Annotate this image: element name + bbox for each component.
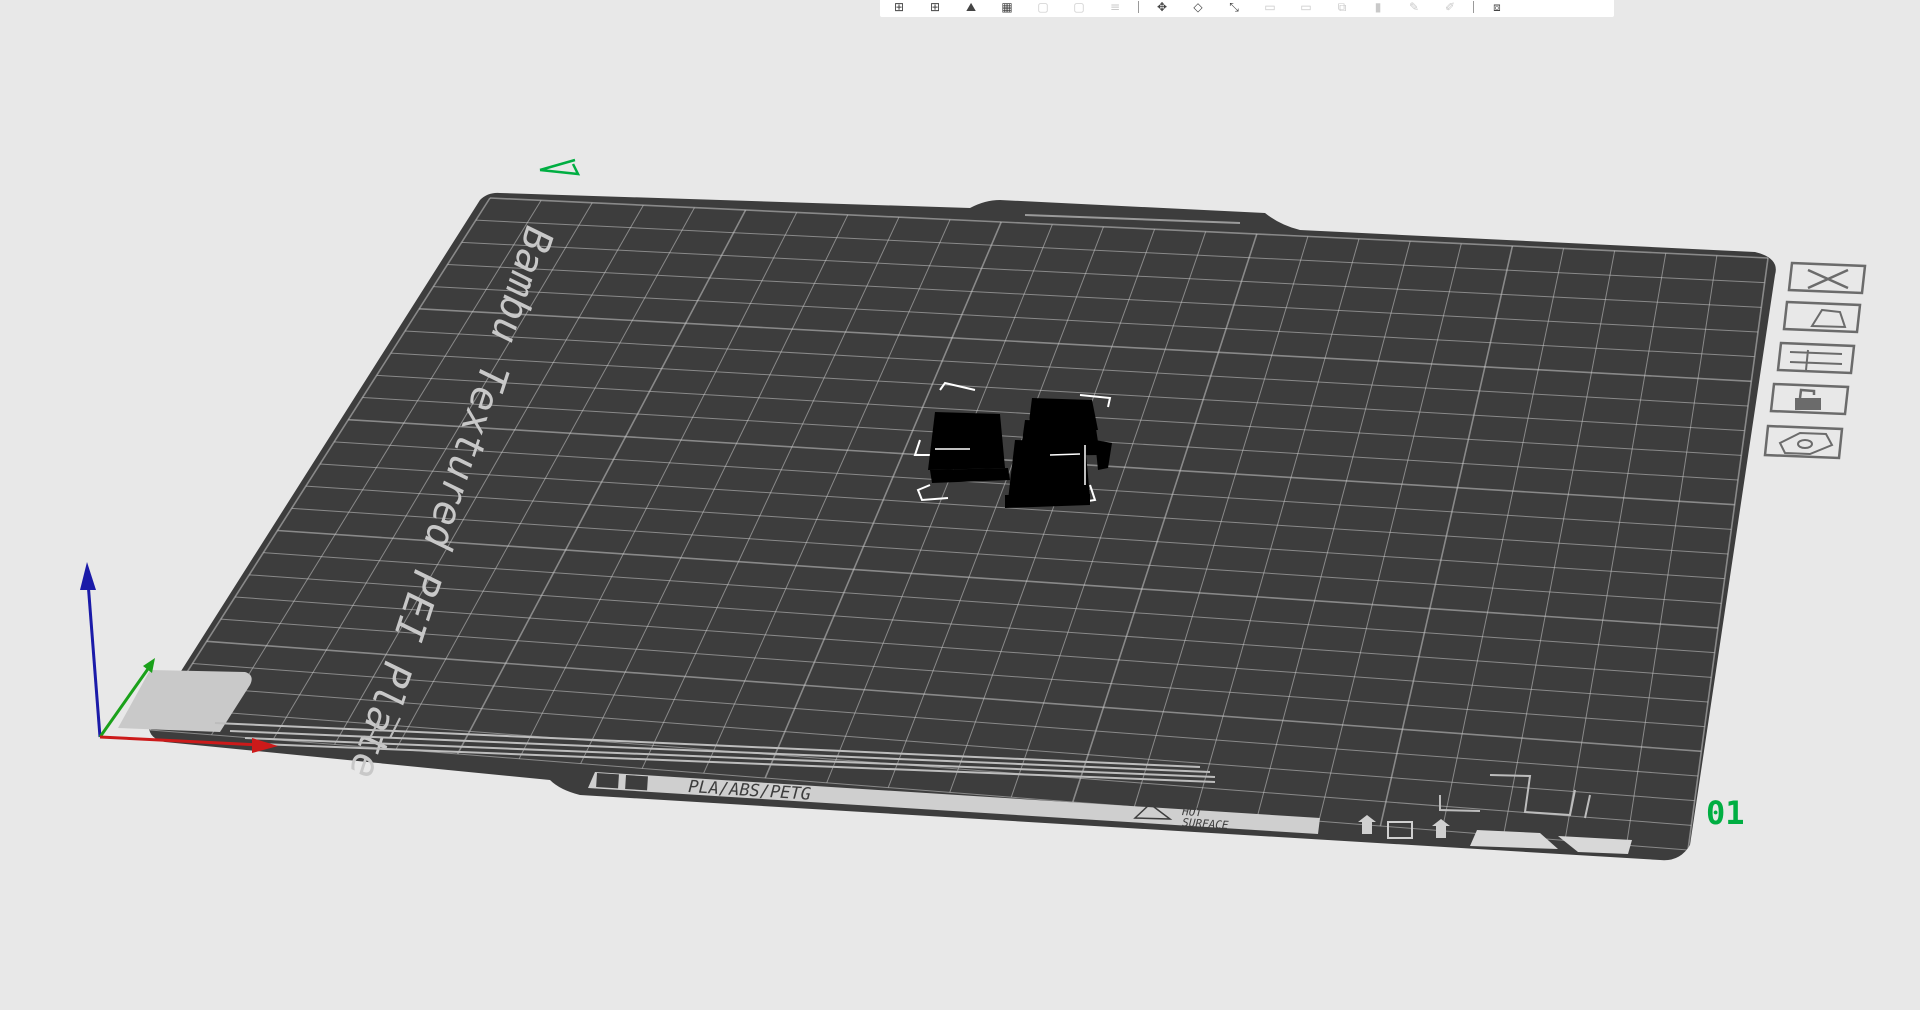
- plate-logo-mark: [596, 773, 619, 789]
- auto-arrange-plate-button[interactable]: [1782, 300, 1862, 334]
- z-axis: [86, 581, 102, 738]
- layout-icon: [1789, 349, 1843, 371]
- plate-marker-icon: [539, 158, 581, 176]
- plate-surface: [149, 192, 1776, 861]
- plate-settings-button[interactable]: [1776, 341, 1856, 375]
- eye-icon: [1778, 431, 1834, 456]
- plate-number-label: 01: [1706, 794, 1745, 832]
- close-icon: [1807, 268, 1849, 290]
- lock-icon: [1795, 398, 1821, 410]
- plate-side-buttons: [1763, 261, 1867, 460]
- plate-logo-mark: [625, 774, 648, 791]
- z-axis-arrow-icon: [80, 562, 96, 590]
- build-plate[interactable]: Bambu Textured PEI Plate PLA/ABS/PETG HO…: [118, 158, 1776, 861]
- model-object[interactable]: [928, 412, 1010, 483]
- arrange-icon: [1810, 308, 1847, 329]
- lock-plate-button[interactable]: [1769, 382, 1850, 416]
- plate-visibility-button[interactable]: [1763, 424, 1844, 460]
- 3d-viewport[interactable]: ⊞ ⊞ ⛰ ▦ ▢ ▢ ≡ ✥ ◇ ⤡ ▭ ▭ ⧉ ▮ ✎ ✐ ⧈ Bambu …: [0, 0, 1920, 1010]
- scene-canvas: Bambu Textured PEI Plate PLA/ABS/PETG HO…: [80, 158, 1867, 861]
- model-object[interactable]: [1005, 440, 1090, 508]
- delete-plate-button[interactable]: [1787, 261, 1867, 295]
